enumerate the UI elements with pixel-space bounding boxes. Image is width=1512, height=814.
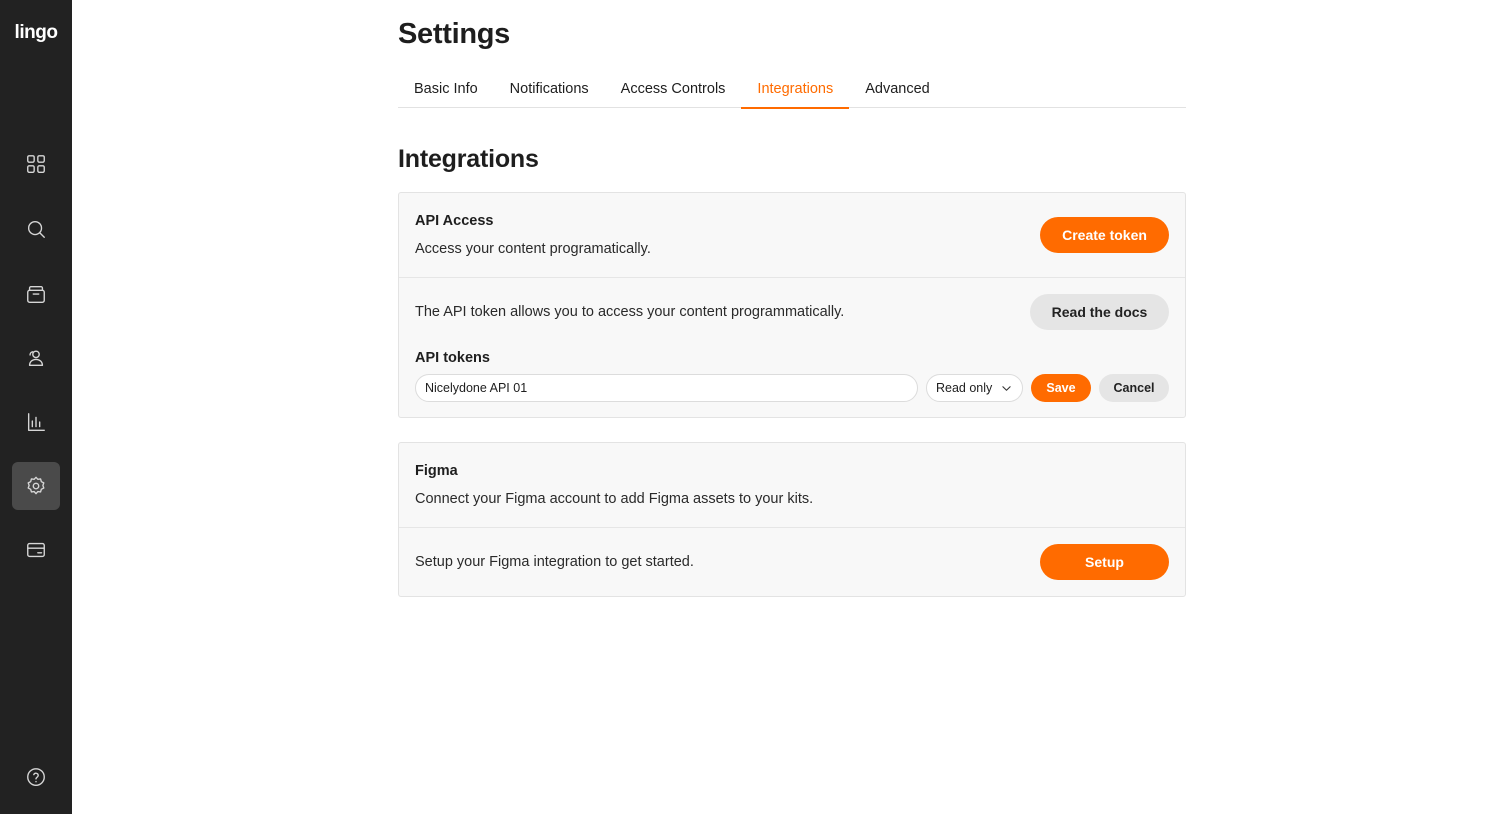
figma-card: Figma Connect your Figma account to add … [398, 442, 1186, 597]
chart-icon [27, 413, 45, 431]
sidebar: lingo [0, 0, 72, 814]
token-name-value: Nicelydone API 01 [425, 381, 528, 395]
figma-header: Figma Connect your Figma account to add … [399, 443, 1185, 528]
gear-icon [27, 476, 45, 495]
api-tokens-section: The API token allows you to access your … [399, 278, 1185, 417]
token-name-input[interactable]: Nicelydone API 01 [415, 374, 918, 402]
section-title: Integrations [398, 145, 539, 173]
figma-setup-row: Setup your Figma integration to get star… [399, 528, 1185, 596]
read-docs-button[interactable]: Read the docs [1030, 294, 1169, 330]
figma-title: Figma [415, 463, 458, 479]
settings-tabs: Basic Info Notifications Access Controls… [398, 70, 1186, 109]
api-access-title: API Access [415, 213, 494, 229]
tab-basic-info[interactable]: Basic Info [398, 70, 494, 108]
grid-icon [27, 155, 45, 173]
billing-icon [27, 542, 45, 558]
sidebar-item-library[interactable] [12, 270, 60, 318]
chevron-down-icon [1002, 385, 1011, 391]
sidebar-item-dashboard[interactable] [12, 140, 60, 188]
api-token-info: The API token allows you to access your … [415, 304, 845, 320]
search-icon [27, 220, 45, 238]
api-access-header: API Access Access your content programat… [399, 193, 1185, 278]
create-token-button[interactable]: Create token [1040, 217, 1169, 253]
archive-icon [27, 285, 45, 303]
api-access-card: API Access Access your content programat… [398, 192, 1186, 418]
setup-button[interactable]: Setup [1040, 544, 1169, 580]
figma-setup-text: Setup your Figma integration to get star… [415, 554, 694, 570]
help-icon [27, 768, 45, 786]
page-title: Settings [398, 18, 510, 50]
cancel-button[interactable]: Cancel [1099, 374, 1169, 402]
sidebar-item-settings[interactable] [12, 462, 60, 510]
sidebar-item-billing[interactable] [12, 526, 60, 574]
users-icon [28, 350, 44, 367]
tab-access-controls[interactable]: Access Controls [605, 70, 742, 108]
sidebar-item-help[interactable] [12, 753, 60, 801]
api-access-description: Access your content programatically. [415, 241, 651, 257]
sidebar-item-users[interactable] [12, 334, 60, 382]
api-tokens-heading: API tokens [415, 350, 490, 366]
app-logo[interactable]: lingo [0, 22, 72, 44]
figma-description: Connect your Figma account to add Figma … [415, 491, 814, 507]
permission-value: Read only [936, 381, 993, 395]
sidebar-item-search[interactable] [12, 205, 60, 253]
permission-select[interactable]: Read only [926, 374, 1023, 402]
tab-notifications[interactable]: Notifications [494, 70, 605, 108]
tab-advanced[interactable]: Advanced [849, 70, 946, 108]
tab-integrations[interactable]: Integrations [741, 70, 849, 109]
sidebar-item-analytics[interactable] [12, 398, 60, 446]
save-button[interactable]: Save [1031, 374, 1091, 402]
